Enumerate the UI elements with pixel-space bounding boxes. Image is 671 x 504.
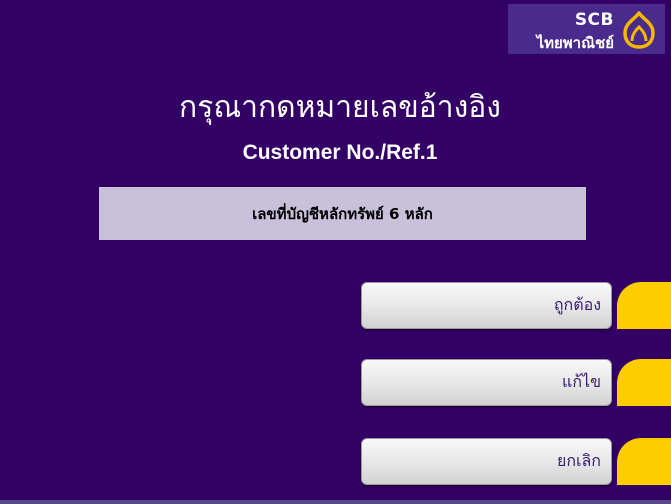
edit-side-key[interactable] bbox=[617, 359, 671, 406]
scb-logo: SCB ไทยพาณิชย์ bbox=[508, 4, 665, 54]
scb-lotus-icon bbox=[623, 11, 655, 49]
confirm-button[interactable]: ถูกต้อง bbox=[361, 282, 612, 329]
cancel-button-label: ยกเลิก bbox=[556, 451, 601, 470]
logo-scb-text: SCB bbox=[574, 10, 614, 30]
confirm-side-key[interactable] bbox=[617, 282, 671, 329]
edit-button[interactable]: แก้ไข bbox=[361, 359, 612, 406]
account-hint-text: เลขที่บัญชีหลักทรัพย์ 6 หลัก bbox=[252, 204, 433, 223]
cancel-button[interactable]: ยกเลิก bbox=[361, 438, 612, 485]
page-title-english: Customer No./Ref.1 bbox=[242, 141, 438, 164]
cancel-side-key[interactable] bbox=[617, 438, 671, 485]
edit-button-label: แก้ไข bbox=[562, 372, 601, 391]
account-hint-box: เลขที่บัญชีหลักทรัพย์ 6 หลัก bbox=[99, 187, 586, 240]
confirm-button-label: ถูกต้อง bbox=[553, 295, 601, 314]
logo-thai-text: ไทยพาณิชย์ bbox=[536, 34, 614, 52]
page-title-thai: กรุณากดหมายเลขอ้างอิง bbox=[179, 90, 501, 125]
bottom-border bbox=[0, 500, 671, 504]
